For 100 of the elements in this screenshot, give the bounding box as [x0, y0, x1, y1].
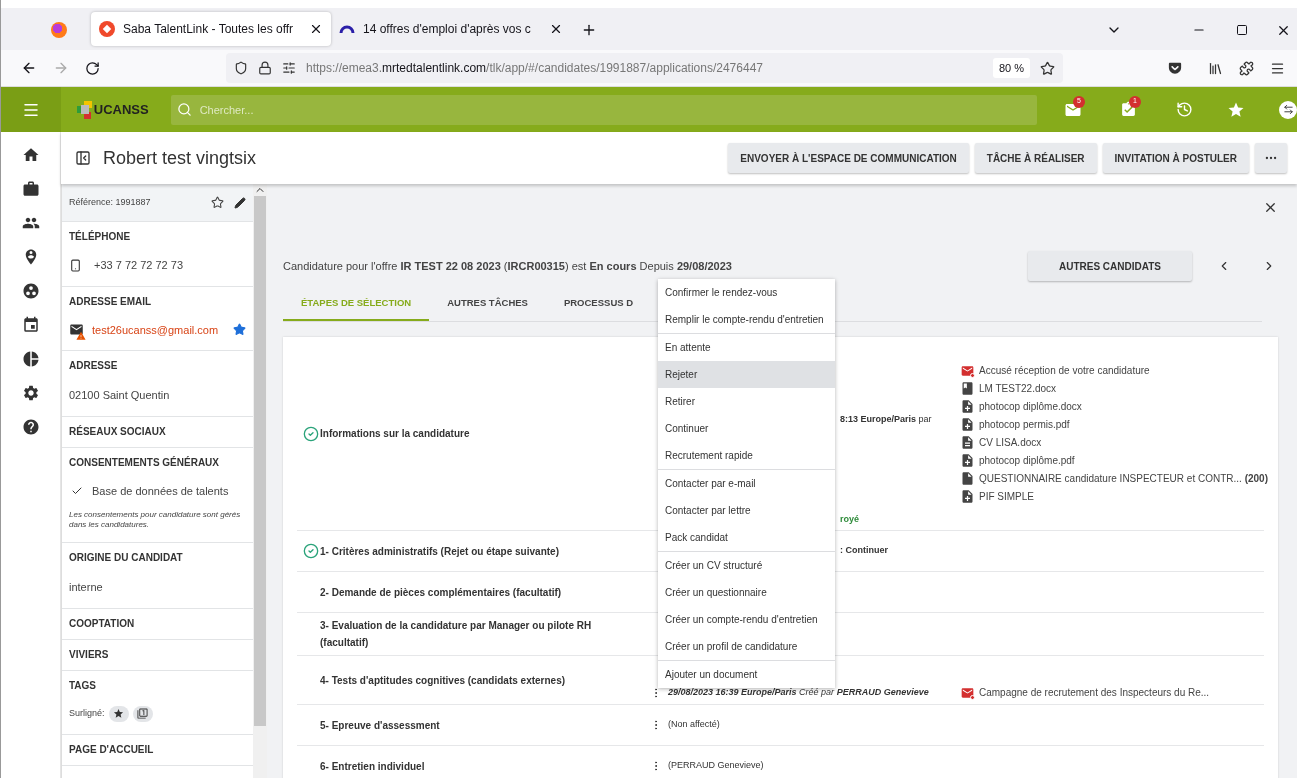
menu-item[interactable]: Confirmer le rendez-vous: [658, 279, 835, 306]
shield-icon[interactable]: [234, 61, 248, 75]
menu-item[interactable]: Retirer: [658, 388, 835, 415]
document-link[interactable]: QUESTIONNAIRE candidature INSPECTEUR et CONTR... (200): [979, 471, 1268, 486]
document-link[interactable]: CV LISA.docx: [979, 435, 1042, 450]
step-title[interactable]: 6- Entretien individuel: [320, 757, 620, 775]
pocket-icon[interactable]: [1168, 61, 1182, 75]
step-status: 8:13 Europe/Paris par: [840, 413, 932, 426]
file-icon: [960, 471, 975, 486]
step-title[interactable]: 3- Evaluation de la candidature par Manager ou pilote RH (facultatif): [320, 617, 620, 651]
step-title[interactable]: 4- Tests d'aptitudes cognitives (candidats externes): [320, 671, 620, 689]
permissions-icon[interactable]: [282, 61, 296, 75]
close-icon[interactable]: [309, 22, 323, 36]
favorite-star-icon[interactable]: [233, 323, 246, 337]
mail-icon: [960, 685, 975, 700]
tab-title: Saba TalentLink - Toutes les offr: [123, 21, 295, 38]
tab[interactable]: PROCESSUS D: [545, 287, 652, 321]
menu-item[interactable]: Remplir le compte-rendu d'entretien: [658, 306, 835, 333]
section-title: RÉSEAUX SOCIAUX: [69, 426, 167, 438]
menu-item[interactable]: En attente: [658, 334, 835, 361]
pie-chart-icon[interactable]: [21, 350, 40, 368]
menu-item[interactable]: Créer un CV structuré: [658, 552, 835, 579]
menu-item[interactable]: Créer un compte-rendu d'entretien: [658, 606, 835, 633]
zoom-level[interactable]: 80 %: [992, 57, 1030, 79]
section-value: 02100 Saint Quentin: [69, 388, 171, 403]
maximize-icon[interactable]: [1236, 24, 1248, 36]
mail-icon: [960, 363, 975, 378]
menu-item[interactable]: Rejeter: [658, 361, 835, 388]
other-candidates-button[interactable]: AUTRES CANDIDATS: [1028, 251, 1192, 281]
calendar-icon[interactable]: [21, 316, 40, 334]
scrollbar-thumb[interactable]: [254, 196, 266, 726]
menu-item[interactable]: Contacter par lettre: [658, 497, 835, 524]
menu-item[interactable]: Ajouter un document: [658, 661, 835, 688]
section-title: ADRESSE EMAIL: [69, 295, 153, 308]
browser-tab[interactable]: 14 offres d'emploi d'après vos c: [331, 12, 571, 46]
step-title[interactable]: 1- Critères administratifs (Rejet ou étape suivante): [320, 542, 620, 560]
stack-tag-icon[interactable]: [132, 705, 153, 722]
action-button[interactable]: TÂCHE À RÉALISER: [974, 143, 1097, 173]
action-button[interactable]: ENVOYER À L'ESPACE DE COMMUNICATION: [728, 143, 969, 173]
settings-icon[interactable]: [21, 384, 40, 402]
email-address[interactable]: test26ucanss@gmail.com: [92, 321, 219, 338]
menu-icon[interactable]: [1270, 60, 1285, 76]
step-status: 29/08/2023 16:39 Europe/Paris Créé par PERRAUD Genevieve: [668, 686, 929, 700]
document-link[interactable]: LM TEST22.docx: [979, 381, 1057, 396]
address-bar[interactable]: https://emea3.mrtedtalentlink.com/tlk/app/#/candidates/1991887/applications/2476447 80 %: [226, 53, 1063, 83]
step-status: royé: [840, 512, 859, 526]
tab[interactable]: AUTRES TÂCHES: [429, 287, 546, 321]
reload-icon[interactable]: [85, 60, 100, 76]
phone-icon: [69, 257, 82, 273]
step-status: (Non affecté): [668, 718, 720, 732]
document-link[interactable]: Campagne de recrutement des Inspecteurs du Re...: [979, 685, 1210, 700]
document-link[interactable]: Accusé réception de votre candidature: [979, 363, 1150, 378]
document-link[interactable]: PIF SIMPLE: [979, 489, 1034, 504]
briefcase-icon[interactable]: [21, 180, 40, 198]
home-icon[interactable]: [21, 146, 40, 164]
star-tag-icon[interactable]: [108, 705, 129, 722]
menu-item[interactable]: Continuer: [658, 415, 835, 442]
bookmark-star-icon[interactable]: [1040, 60, 1055, 76]
library-icon[interactable]: [1208, 60, 1223, 76]
circles-icon[interactable]: [21, 282, 40, 300]
close-icon[interactable]: [549, 22, 563, 36]
new-tab-icon[interactable]: [581, 22, 597, 38]
star-icon[interactable]: [211, 196, 224, 209]
consent-note: Les consentements pour candidature sont gérés dans les candidatures.: [69, 509, 242, 530]
menu-item[interactable]: Contacter par e-mail: [658, 470, 835, 497]
history-icon[interactable]: [1176, 101, 1193, 118]
search-field[interactable]: Chercher...: [170, 94, 1037, 125]
step-status: (PERRAUD Genevieve): [668, 759, 764, 773]
action-button[interactable]: INVITATION À POSTULER: [1102, 143, 1249, 173]
firefox-logo-icon[interactable]: [51, 22, 67, 38]
tab-title: 14 offres d'emploi d'après vos c: [363, 21, 532, 38]
document-add-icon: [960, 417, 975, 432]
phone-number: +33 7 72 72 72 73: [94, 258, 183, 273]
switch-icon[interactable]: [1279, 100, 1297, 119]
menu-item[interactable]: Recrutement rapide: [658, 442, 835, 469]
edit-icon[interactable]: [234, 196, 246, 209]
browser-tab[interactable]: Saba TalentLink - Toutes les offr: [91, 12, 331, 46]
menu-item[interactable]: Créer un questionnaire: [658, 579, 835, 606]
document-link[interactable]: photocop diplôme.pdf: [979, 453, 1075, 468]
ucanss-logo[interactable]: UCANSS: [76, 100, 149, 119]
lock-icon[interactable]: [258, 61, 272, 75]
back-icon[interactable]: [21, 60, 37, 76]
step-title[interactable]: 5- Epreuve d'assessment: [320, 716, 620, 734]
menu-item[interactable]: Créer un profil de candidature: [658, 633, 835, 660]
menu-item[interactable]: Pack candidat: [658, 524, 835, 551]
extensions-icon[interactable]: [1239, 60, 1254, 76]
section-title: TAGS: [69, 679, 98, 692]
document-link[interactable]: photocop permis.pdf: [979, 417, 1070, 432]
help-icon[interactable]: [21, 418, 40, 436]
step-title[interactable]: 2- Demande de pièces complémentaires (facultatif): [320, 583, 620, 601]
consent-label: Base de données de talents: [92, 484, 229, 499]
section-title: COOPTATION: [69, 617, 136, 630]
document-link[interactable]: photocop diplôme.docx: [979, 399, 1082, 414]
search-icon: [176, 101, 192, 117]
document-add-icon: [960, 453, 975, 468]
section-title: ADRESSE: [69, 360, 119, 372]
candidate-name: Robert test vingtsix: [103, 146, 257, 170]
step-title[interactable]: Informations sur la candidature: [320, 425, 620, 442]
close-icon[interactable]: [1263, 200, 1278, 215]
collapse-panel-icon[interactable]: [75, 150, 91, 166]
